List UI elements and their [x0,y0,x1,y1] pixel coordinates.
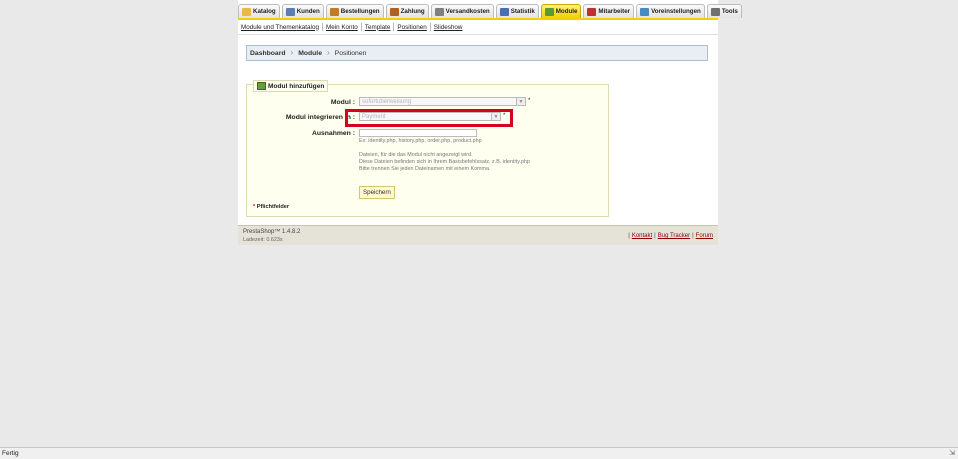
subnav-template-link[interactable]: Template [365,24,391,31]
sub-navigation: Module und Themenkatalog Mein Konto Temp… [241,23,462,31]
modul-select[interactable]: sofortuberweisung ▼ [359,97,526,106]
required-note: * Pflichtfelder [253,204,289,210]
module-add-icon [257,82,266,90]
legend-label: Modul hinzufügen [268,82,325,90]
footer-forum-link[interactable]: Forum [696,233,713,239]
subnav-positions-link[interactable]: Positionen [397,24,426,31]
exceptions-input[interactable] [359,129,477,137]
resize-grip-icon[interactable]: ⇲ [949,449,955,457]
tab-mitarbeiter[interactable]: Mitarbeiter [583,4,635,18]
exceptions-example: Ex: identity.php, history.php, order.php… [359,138,482,144]
tab-versandkosten[interactable]: Versandkosten [430,4,494,18]
footer-bugtracker-link[interactable]: Bug Tracker [658,233,690,239]
footer-separator: | [692,233,694,239]
exceptions-help-line: Bitte trennen Sie jeden Dateinamen mit e… [359,166,491,172]
footer-load-time: Ladezeit: 0.623s [243,237,283,243]
save-button[interactable]: Speichern [359,186,395,199]
breadcrumb-module[interactable]: Module [298,50,322,57]
exceptions-label: Ausnahmen : [311,130,355,137]
subnav-divider [429,23,431,31]
user-icon [285,7,295,16]
puzzle-icon [544,7,554,16]
breadcrumb-dashboard[interactable]: Dashboard [250,50,286,57]
hook-select-value: Payment [362,113,386,120]
subnav-divider [321,23,323,31]
admin-page: Katalog Kunden Bestellungen Zahlung Vers… [238,0,742,245]
chevron-right-icon: › [326,48,330,57]
folder-icon [242,7,251,16]
tab-zahlung[interactable]: Zahlung [385,4,429,18]
footer-separator: | [654,233,656,239]
tab-module[interactable]: Module [540,4,582,18]
hook-label: Modul integrieren in : [285,114,355,121]
exceptions-help-line: Dateien, für die das Modul nicht angezei… [359,152,473,158]
subnav-my-account-link[interactable]: Mein Konto [326,24,358,31]
money-icon [389,7,399,16]
status-text: Fertig [2,450,19,457]
exceptions-help-line: Diese Dateien befinden sich in Ihrem Bas… [359,159,530,165]
footer-version: PrestaShop™ 1.4.8.2 [243,229,301,235]
required-star: * [528,98,531,104]
tab-kunden[interactable]: Kunden [281,4,324,18]
hook-select[interactable]: Payment ▼ [359,112,501,121]
tab-voreinstellungen[interactable]: Voreinstellungen [636,4,705,18]
footer: PrestaShop™ 1.4.8.2 Ladezeit: 0.623s | K… [238,225,718,245]
footer-links: | Kontakt | Bug Tracker | Forum [628,233,713,239]
footer-contact-link[interactable]: Kontakt [632,233,652,239]
modul-label: Modul : [330,99,355,106]
required-star: * [503,113,506,119]
cart-icon [329,7,339,16]
tab-katalog[interactable]: Katalog [238,4,280,18]
tab-statistik[interactable]: Statistik [495,4,539,18]
tab-tools[interactable]: Tools [706,4,742,18]
tab-underline [238,18,718,20]
truck-icon [434,7,444,16]
required-note-label: Pflichtfelder [256,204,290,210]
chevron-down-icon: ▼ [491,113,500,120]
divider [238,34,718,35]
subnav-divider [360,23,362,31]
chevron-right-icon: › [290,48,294,57]
main-tabs: Katalog Kunden Bestellungen Zahlung Vers… [238,4,742,18]
breadcrumb: Dashboard › Module › Positionen [246,45,708,61]
browser-status-bar: Fertig ⇲ [0,447,958,459]
chart-icon [499,7,509,16]
tab-bestellungen[interactable]: Bestellungen [325,4,384,18]
subnav-module-catalog-link[interactable]: Module und Themenkatalog [241,24,319,31]
add-module-fieldset: Modul hinzufügen Modul : sofortuberweisu… [246,80,609,217]
fieldset-legend: Modul hinzufügen [253,80,329,92]
subnav-slideshow-link[interactable]: Slideshow [434,24,463,31]
monitor-icon [640,7,650,16]
chevron-down-icon: ▼ [516,98,525,105]
breadcrumb-current: Positionen [334,49,367,57]
employee-icon [587,7,597,16]
wrench-icon [710,7,720,16]
required-star: * [253,204,256,210]
subnav-divider [393,23,395,31]
modul-select-value: sofortuberweisung [362,98,412,105]
footer-separator: | [628,233,630,239]
